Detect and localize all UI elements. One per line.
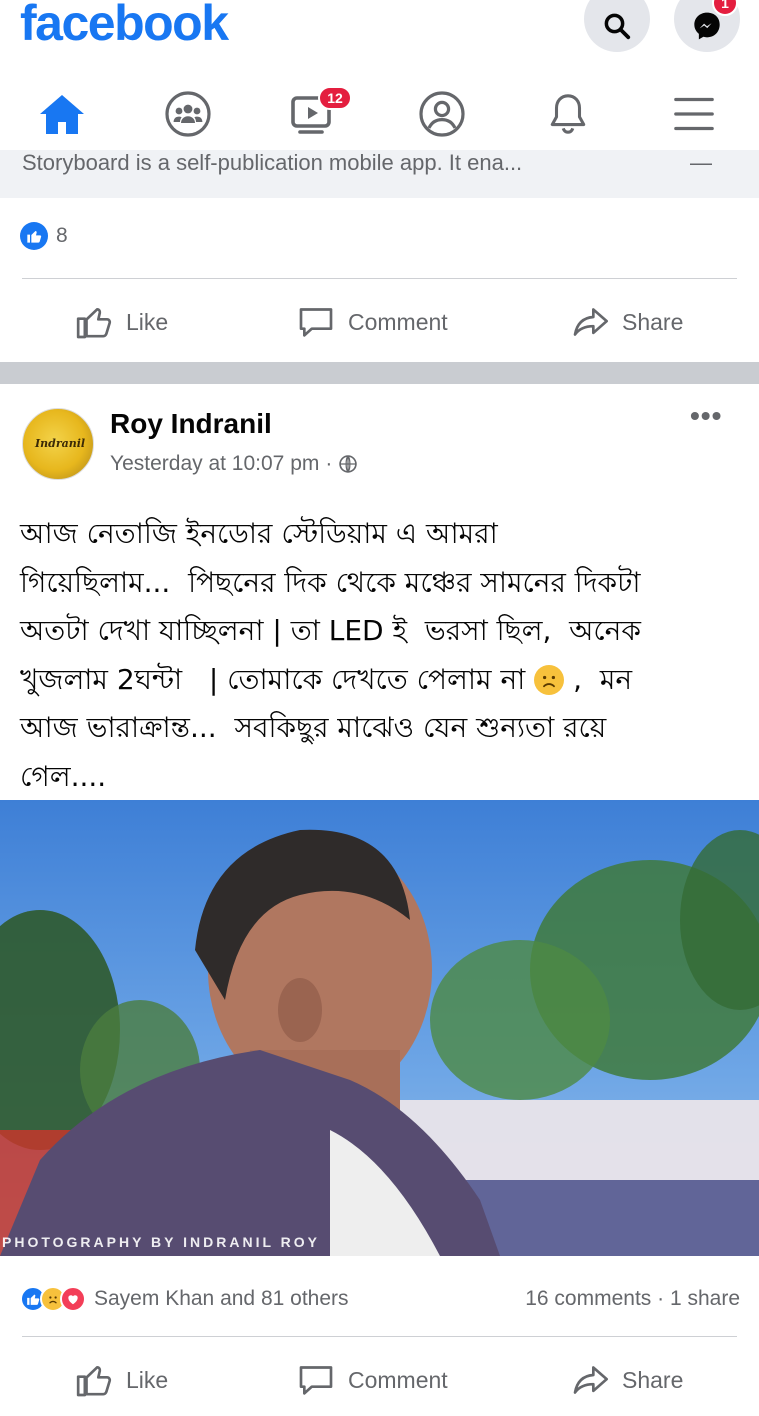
reactors-names: Sayem Khan and 81 others (94, 1287, 349, 1310)
share-button[interactable]: Share (570, 1340, 683, 1416)
post-actions: Like Comment Share (0, 1340, 759, 1416)
post-line: গেল.... (20, 759, 107, 793)
comment-icon (299, 1366, 333, 1395)
comment-label: Comment (348, 308, 448, 335)
search-icon (604, 13, 631, 40)
comment-label: Comment (348, 1366, 448, 1393)
like-button[interactable]: Like (74, 282, 168, 362)
share-icon (573, 308, 608, 336)
meta-separator: · (325, 452, 333, 475)
post-line: , মন (564, 662, 633, 696)
like-count-number: 8 (56, 224, 68, 247)
globe-icon (339, 455, 358, 473)
profile-icon (419, 91, 465, 137)
post-author[interactable]: Roy Indranil (110, 408, 272, 440)
sad-face-emoji-icon (534, 664, 565, 695)
post-line: আজ ভারাক্রান্ত... সবকিছুর মাঝেও যেন শুন্… (20, 711, 607, 744)
comment-button[interactable]: Comment (296, 282, 448, 362)
tab-bar: 12 (0, 70, 759, 158)
watch-badge: 12 (318, 86, 352, 110)
like-button[interactable]: Like (74, 1340, 168, 1416)
photo-image (0, 800, 759, 1256)
home-icon (40, 95, 84, 134)
comment-button[interactable]: Comment (296, 1340, 448, 1416)
reaction-icons (20, 1286, 86, 1312)
feed-separator (0, 362, 759, 384)
share-icon (573, 1366, 608, 1394)
previous-post-like-count[interactable]: 8 (20, 222, 68, 250)
tab-profile[interactable] (402, 84, 482, 144)
love-reaction-icon (60, 1286, 86, 1312)
messenger-icon (694, 12, 720, 40)
tab-home[interactable] (22, 84, 102, 144)
post-timestamp[interactable]: Yesterday at 10:07 pm (110, 452, 319, 476)
search-button[interactable] (584, 0, 650, 52)
tab-menu[interactable] (654, 84, 734, 144)
groups-icon (165, 91, 211, 137)
bell-icon (550, 94, 586, 134)
like-reaction-icon (20, 222, 48, 250)
tab-notifications[interactable] (528, 84, 608, 144)
previous-post-actions: Like Comment Share (0, 282, 759, 362)
photo-credit-watermark: PHOTOGRAPHY BY INDRANIL ROY (2, 1234, 321, 1250)
post-line: গিয়েছিলাম... পিছনের দিক থেকে মঞ্চের সাম… (20, 565, 641, 599)
post-text: আজ নেতাজি ইনডোর স্টেডিয়াম এ আমরা গিয়েছ… (20, 510, 740, 801)
like-label: Like (126, 1366, 169, 1393)
divider (22, 1336, 737, 1337)
hamburger-icon (674, 97, 714, 131)
like-label: Like (126, 308, 169, 335)
thumbs-up-icon (76, 308, 112, 339)
top-bar: facebook 1 (0, 0, 759, 70)
post-line: আজ নেতাজি ইনডোর স্টেডিয়াম এ আমরা (20, 517, 498, 550)
divider (22, 278, 737, 279)
share-label: Share (622, 1366, 684, 1393)
post-photo[interactable]: PHOTOGRAPHY BY INDRANIL ROY (0, 800, 759, 1256)
thumbs-up-icon (76, 1366, 112, 1397)
facebook-logo[interactable]: facebook (20, 0, 229, 52)
comments-shares-count[interactable]: 16 comments · 1 share (525, 1287, 740, 1311)
avatar[interactable]: Indranil (22, 408, 94, 480)
previous-post-link-preview[interactable]: Storyboard is a self-publication mobile … (0, 150, 759, 198)
reactions-summary[interactable]: Sayem Khan and 81 others 16 comments · 1… (20, 1282, 740, 1316)
post-options-button[interactable]: ••• (690, 400, 722, 432)
link-preview-snippet: Storyboard is a self-publication mobile … (22, 150, 523, 175)
share-label: Share (622, 308, 684, 335)
post-meta: Yesterday at 10:07 pm · (110, 452, 358, 476)
post-line: অতটা দেখা যাচ্ছিলনা | তা LED ই ভরসা ছিল,… (20, 614, 641, 647)
comment-icon (299, 308, 333, 337)
link-preview-more: — (690, 150, 712, 175)
share-button[interactable]: Share (570, 282, 683, 362)
tab-groups[interactable] (148, 84, 228, 144)
post-line: খুজলাম 2ঘন্টা | তোমাকে দেখতে পেলাম না (20, 662, 535, 696)
